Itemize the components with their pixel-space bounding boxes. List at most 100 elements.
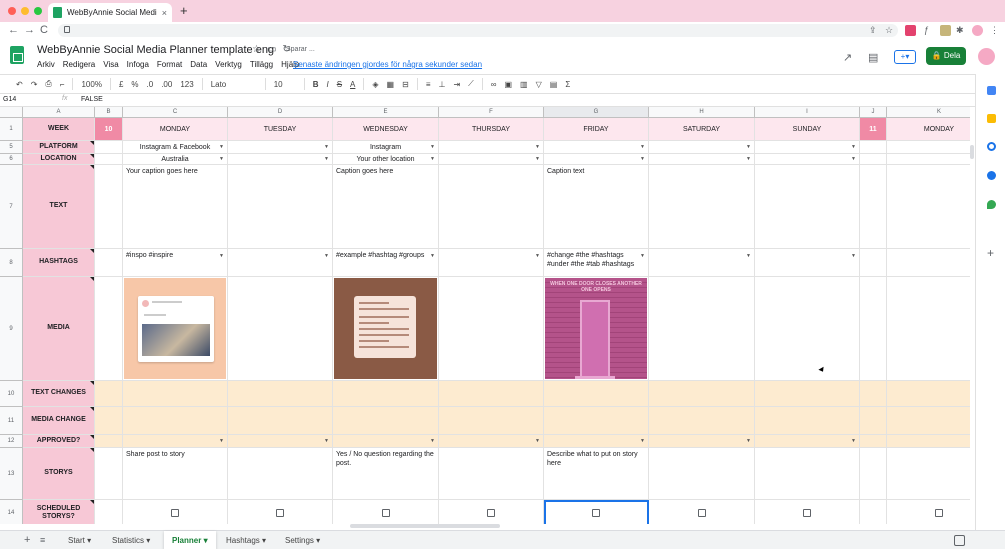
sheet-tab-start[interactable]: Start ▾ (60, 531, 99, 549)
chevron-down-icon[interactable]: ▼ (851, 156, 856, 162)
media-cell[interactable] (649, 277, 755, 381)
row-header-11[interactable]: 11 (0, 407, 23, 435)
chevron-down-icon[interactable]: ▼ (851, 253, 856, 259)
column-header-k[interactable]: K (887, 107, 970, 118)
percent-format-button[interactable]: % (131, 80, 138, 89)
column-header-e[interactable]: E (333, 107, 439, 118)
platform-dropdown[interactable]: ▼ (439, 141, 544, 154)
column-header-g[interactable]: G (544, 107, 649, 118)
checkbox-icon[interactable] (803, 509, 811, 517)
document-title[interactable]: WebByAnnie Social Media Planner template… (37, 44, 274, 56)
scheduled-story-checkbox-cell[interactable] (649, 500, 755, 524)
story-cell[interactable] (649, 448, 755, 500)
text-changes-cell[interactable] (887, 381, 970, 407)
filter-views-icon[interactable]: ▤ (550, 80, 558, 89)
hashtags-dropdown[interactable]: ▼ (755, 249, 860, 277)
text-changes-cell[interactable] (123, 381, 228, 407)
text-cell[interactable] (228, 165, 333, 249)
location-dropdown[interactable]: ▼ (439, 154, 544, 165)
row-header-14[interactable]: 14 (0, 500, 23, 524)
last-edit-link[interactable]: Senaste ändringen gjordes för några seku… (293, 60, 482, 69)
puzzle-icon[interactable]: ✱ (956, 25, 964, 36)
text-cell[interactable] (755, 165, 860, 249)
platform-dropdown[interactable]: ▼ (228, 141, 333, 154)
account-avatar[interactable] (978, 48, 995, 65)
media-cell[interactable] (333, 277, 439, 381)
comments-icon[interactable]: ▤ (868, 51, 878, 64)
print-icon[interactable]: ⎙ (45, 79, 51, 89)
chevron-down-icon[interactable]: ▼ (535, 253, 540, 259)
location-dropdown[interactable]: ▼ (649, 154, 755, 165)
location-dropdown[interactable]: ▼ (544, 154, 649, 165)
scheduled-story-checkbox-cell[interactable] (228, 500, 333, 524)
media-change-cell[interactable] (755, 407, 860, 435)
strikethrough-button[interactable]: S (337, 80, 342, 89)
story-cell[interactable]: Yes / No question regarding the post. (333, 448, 439, 500)
sheets-logo-icon[interactable] (10, 46, 24, 64)
row-header-13[interactable]: 13 (0, 448, 23, 500)
text-changes-cell[interactable] (333, 381, 439, 407)
media-change-cell[interactable] (123, 407, 228, 435)
maps-icon[interactable] (987, 200, 996, 209)
menu-arkiv[interactable]: Arkiv (37, 60, 55, 69)
media-cell[interactable] (123, 277, 228, 381)
story-cell[interactable] (755, 448, 860, 500)
location-dropdown[interactable]: ▼ (755, 154, 860, 165)
text-color-button[interactable]: A (350, 80, 355, 89)
media-cell[interactable] (755, 277, 860, 381)
browser-menu-icon[interactable]: ⋮ (990, 25, 999, 36)
hashtags-dropdown[interactable] (887, 249, 970, 277)
calendar-icon[interactable] (987, 86, 996, 95)
share-button[interactable]: 🔒 Dela (926, 47, 966, 65)
chevron-down-icon[interactable]: ▼ (219, 253, 224, 259)
column-header-j[interactable]: J (860, 107, 887, 118)
text-rotate-icon[interactable]: ⟋ (468, 79, 474, 89)
extension-icon[interactable] (905, 25, 916, 36)
increase-decimals-button[interactable]: .00 (161, 80, 172, 89)
approved-dropdown[interactable]: ▼ (333, 435, 439, 448)
hashtags-dropdown[interactable]: #inspo #inspire ▼ (123, 249, 228, 277)
scheduled-story-checkbox-cell[interactable] (123, 500, 228, 524)
checkbox-icon[interactable] (171, 509, 179, 517)
bold-button[interactable]: B (313, 80, 319, 89)
media-change-cell[interactable] (439, 407, 544, 435)
paint-format-icon[interactable]: ⌐ (60, 80, 65, 89)
zoom-select[interactable]: 100% (81, 80, 101, 89)
redo-icon[interactable]: ↷ (31, 80, 38, 89)
borders-icon[interactable]: ▦ (387, 80, 395, 89)
add-addon-icon[interactable]: + (987, 246, 994, 260)
checkbox-icon[interactable] (697, 509, 706, 517)
chevron-down-icon[interactable]: ▼ (851, 144, 856, 150)
formula-extension-icon[interactable]: ƒ (924, 25, 929, 35)
move-folder-icon[interactable]: ▭ (267, 44, 276, 55)
chevron-down-icon[interactable]: ▼ (640, 253, 645, 259)
scheduled-story-checkbox-cell[interactable] (544, 500, 649, 524)
fill-color-icon[interactable]: ◈ (372, 80, 378, 89)
forward-arrow-icon[interactable]: → (24, 24, 35, 36)
menu-infoga[interactable]: Infoga (127, 60, 149, 69)
undo-icon[interactable]: ↶ (16, 80, 23, 89)
column-header-h[interactable]: H (649, 107, 755, 118)
chevron-down-icon[interactable]: ▼ (640, 156, 645, 162)
checkbox-icon[interactable] (381, 509, 390, 517)
sheet-tab-settings[interactable]: Settings ▾ (277, 531, 328, 549)
row-header-9[interactable]: 9 (0, 277, 23, 381)
media-cell[interactable] (887, 277, 970, 381)
chevron-down-icon[interactable]: ▼ (851, 438, 856, 444)
platform-dropdown[interactable]: Instagram ▼ (333, 141, 439, 154)
text-cell[interactable] (887, 165, 970, 249)
all-sheets-icon[interactable]: ≡ (40, 535, 45, 545)
insert-link-icon[interactable]: ∞ (491, 80, 497, 89)
approved-dropdown[interactable] (887, 435, 970, 448)
row-header-7[interactable]: 7 (0, 165, 23, 249)
platform-dropdown[interactable]: ▼ (649, 141, 755, 154)
text-cell[interactable]: Caption text (544, 165, 649, 249)
currency-format-button[interactable]: £ (119, 80, 123, 89)
sheet-tab-hashtags[interactable]: Hashtags ▾ (218, 531, 274, 549)
chevron-down-icon[interactable]: ▼ (640, 144, 645, 150)
vertical-scrollbar[interactable] (970, 145, 974, 159)
approved-dropdown[interactable]: ▼ (755, 435, 860, 448)
insert-chart-icon[interactable]: ▥ (520, 80, 528, 89)
text-cell[interactable] (649, 165, 755, 249)
approved-dropdown[interactable]: ▼ (228, 435, 333, 448)
